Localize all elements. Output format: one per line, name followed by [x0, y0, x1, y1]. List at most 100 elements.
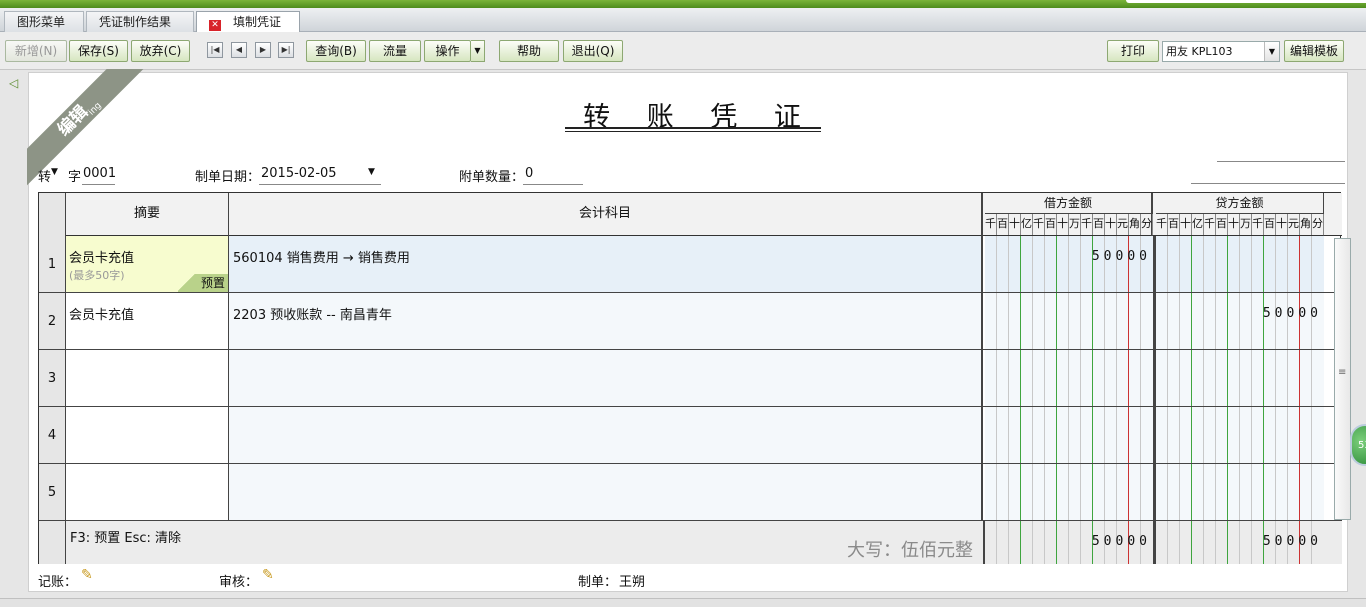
unit-label: 千: [1252, 214, 1264, 235]
unit-label: 百: [1216, 214, 1228, 235]
unit-label: 千: [1033, 214, 1045, 235]
save-button[interactable]: 保存(S): [69, 40, 128, 62]
summary-cell[interactable]: [66, 350, 229, 406]
unit-label: 千: [1156, 214, 1168, 235]
discard-button[interactable]: 放弃(C): [131, 40, 190, 62]
pen-icon: ✎: [262, 567, 274, 583]
credit-cell[interactable]: [1156, 236, 1324, 292]
operate-button[interactable]: 操作: [424, 40, 471, 62]
print-button[interactable]: 打印: [1107, 40, 1159, 62]
maker-name: 王朔: [619, 575, 646, 590]
account-cell[interactable]: [229, 350, 983, 406]
total-row: F3: 预置 Esc: 清除 大写：伍佰元整 50000 50000: [39, 521, 1342, 564]
account-cell[interactable]: 560104 销售费用 → 销售费用: [229, 236, 983, 292]
scroll-grip-icon[interactable]: ≡: [1338, 368, 1348, 378]
table-scrollbar[interactable]: ≡: [1334, 238, 1351, 520]
date-field[interactable]: 2015-02-05: [261, 166, 337, 181]
new-button[interactable]: 新增(N): [5, 40, 67, 62]
credit-units-row: 千百十亿千百十万千百十元角分: [1156, 214, 1324, 235]
account-cell[interactable]: [229, 464, 983, 520]
bookkeep-label: 记账：: [38, 575, 78, 590]
unit-label: 亿: [1192, 214, 1204, 235]
unit-label: 十: [1057, 214, 1069, 235]
debit-cell[interactable]: [985, 293, 1153, 349]
first-page-icon[interactable]: |◀: [207, 42, 223, 58]
title-underline: [565, 127, 821, 129]
credit-cell[interactable]: [1156, 407, 1324, 463]
unit-label: 角: [1300, 214, 1312, 235]
unit-label: 十: [1228, 214, 1240, 235]
chevron-down-icon[interactable]: ▼: [51, 167, 58, 177]
floating-badge[interactable]: 53: [1350, 424, 1366, 466]
chevron-down-icon[interactable]: ▼: [368, 167, 375, 177]
help-button[interactable]: 帮助: [499, 40, 559, 62]
credit-cell[interactable]: [1156, 350, 1324, 406]
zi-label: 字: [68, 170, 82, 185]
close-icon[interactable]: ✕: [209, 20, 221, 31]
exit-button[interactable]: 退出(Q): [563, 40, 623, 62]
unit-label: 十: [1180, 214, 1192, 235]
attach-count-field[interactable]: 0: [525, 166, 533, 181]
voucher-number[interactable]: 0001: [83, 166, 116, 181]
last-page-icon[interactable]: ▶|: [278, 42, 294, 58]
prev-page-icon[interactable]: ◀: [231, 42, 247, 58]
unit-label: 百: [997, 214, 1009, 235]
edit-template-button[interactable]: 编辑模板: [1284, 40, 1344, 62]
unit-label: 分: [1141, 214, 1153, 235]
table-row: 4: [39, 407, 1342, 464]
pen-icon: ✎: [81, 567, 93, 583]
summary-cell[interactable]: 会员卡充值 (最多50字) 预置: [66, 236, 229, 292]
summary-cell[interactable]: [66, 407, 229, 463]
credit-header: 贷方金额: [1156, 193, 1323, 214]
summary-text: 会员卡充值: [69, 251, 135, 266]
account-cell[interactable]: [229, 407, 983, 463]
account-text: 2203 预收账款 -- 南昌青年: [233, 308, 392, 323]
unit-label: 元: [1288, 214, 1300, 235]
unit-label: 百: [1264, 214, 1276, 235]
chevron-down-icon[interactable]: ▼: [1264, 42, 1279, 61]
summary-header: 摘要: [66, 193, 229, 236]
capital-amount: 大写：伍佰元整: [847, 540, 973, 561]
summary-cell[interactable]: [66, 464, 229, 520]
edit-ribbon-text: 编辑: [53, 101, 93, 141]
unit-label: 亿: [1021, 214, 1033, 235]
preset-button[interactable]: 预置: [178, 274, 228, 292]
debit-cell[interactable]: [985, 407, 1153, 463]
unit-label: 元: [1117, 214, 1129, 235]
unit-label: 角: [1129, 214, 1141, 235]
account-text: 560104 销售费用 → 销售费用: [233, 251, 410, 266]
title-underline: [565, 131, 821, 132]
credit-cell[interactable]: [1156, 464, 1324, 520]
debit-cell[interactable]: [985, 236, 1153, 292]
table-row: 5: [39, 464, 1342, 521]
extra-field-line: [1217, 161, 1345, 162]
app-top-strip: [0, 0, 1366, 8]
tab-graph-menu[interactable]: 图形菜单: [4, 11, 84, 32]
account-cell[interactable]: 2203 预收账款 -- 南昌青年: [229, 293, 983, 349]
credit-amount: 50000: [1262, 306, 1322, 321]
query-button[interactable]: 查询(B): [306, 40, 366, 62]
printer-select[interactable]: 用友 KPL103 ▼: [1162, 41, 1280, 62]
field-line: [82, 184, 115, 185]
tab-fill-voucher[interactable]: ✕ 填制凭证: [196, 11, 300, 33]
debit-cell[interactable]: [985, 464, 1153, 520]
audit-label: 审核：: [219, 575, 259, 590]
field-line: [259, 184, 381, 185]
debit-amount: 50000: [1091, 249, 1151, 264]
flow-button[interactable]: 流量: [369, 40, 421, 62]
collapse-arrow-icon[interactable]: ◁: [9, 76, 18, 90]
debit-header: 借方金额: [985, 193, 1151, 214]
tab-label: 图形菜单: [17, 15, 66, 29]
attach-label: 附单数量：: [459, 170, 525, 185]
voucher-type-select[interactable]: 转: [38, 166, 51, 185]
unit-label: 分: [1312, 214, 1324, 235]
table-row: 3: [39, 350, 1342, 407]
credit-cell[interactable]: [1156, 293, 1324, 349]
chevron-down-icon[interactable]: ▼: [471, 40, 485, 62]
next-page-icon[interactable]: ▶: [255, 42, 271, 58]
debit-cell[interactable]: [985, 350, 1153, 406]
summary-cell[interactable]: 会员卡充值: [66, 293, 229, 349]
unit-label: 千: [985, 214, 997, 235]
tab-voucher-result[interactable]: 凭证制作结果: [86, 11, 194, 32]
row-number: 4: [39, 407, 66, 463]
